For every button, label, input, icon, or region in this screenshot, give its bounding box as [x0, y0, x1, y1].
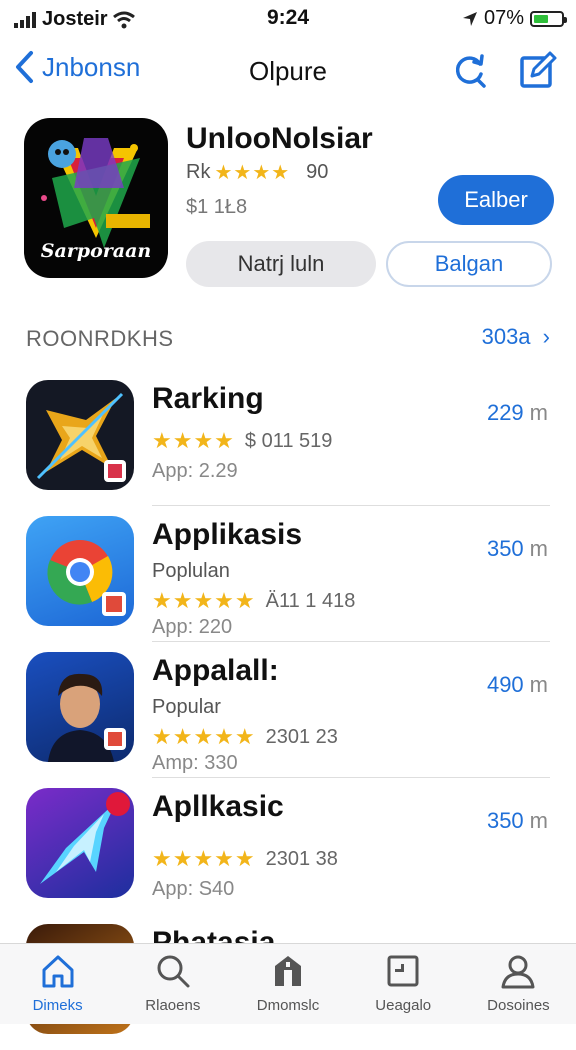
tab-label: Dosoines — [487, 997, 550, 1014]
star-rating-icon: ★★★★★ — [152, 846, 256, 871]
refresh-icon[interactable] — [450, 50, 490, 90]
rating-prefix: Rk — [186, 161, 211, 183]
tab-updates[interactable]: Ueagalo — [346, 944, 461, 1024]
featured-price: $1 1Ł8 — [186, 196, 248, 218]
featured-rating: Rk ★★★★ 90 — [186, 160, 328, 185]
star-rating-icon: ★★★★★ — [152, 724, 256, 749]
app-rating: ★★★★★ 2301 38 — [152, 846, 338, 872]
app-rating: ★★★★ $ 011 519 — [152, 428, 332, 454]
size-value: 350 — [486, 808, 524, 833]
app-name: Apllkasic — [152, 790, 284, 823]
tab-bar: Dimeks Rlaoens Dmomslc Ueagalo Dosoines — [0, 943, 576, 1024]
app-icon-browser — [26, 516, 134, 626]
featured-app-card: Sarporaan UnlooNolsiar Rk ★★★★ 90 $1 1Ł8… — [0, 112, 576, 302]
size-unit: m — [529, 536, 548, 561]
battery-percent: 07% — [483, 7, 524, 29]
tab-label: Dmomslc — [256, 997, 320, 1014]
compose-icon[interactable] — [518, 50, 558, 90]
list-item[interactable]: Applikasis Poplulan ★★★★★ Ä11 1 418 App:… — [0, 506, 576, 642]
secondary-button-gray[interactable]: Natrj luln — [186, 241, 376, 287]
app-rating: ★★★★★ Ä11 1 418 — [152, 588, 355, 614]
size-unit: m — [529, 672, 548, 697]
see-all-label: 303a — [481, 324, 531, 349]
size-unit: m — [529, 400, 548, 425]
section-header: ROONRDKHS 303a › — [0, 322, 576, 358]
tab-home[interactable]: Dimeks — [0, 944, 115, 1024]
app-subtitle: Popular — [152, 696, 221, 718]
portrait-icon — [48, 673, 126, 762]
star-rating-icon: ★★★★ — [214, 162, 291, 184]
app-category: Amp: 330 — [152, 752, 238, 774]
tab-label: Ueagalo — [375, 997, 432, 1014]
comet-icon — [40, 792, 130, 884]
star-rating-icon: ★★★★ — [152, 428, 235, 453]
updates-icon — [387, 955, 419, 987]
browser-logo-icon — [47, 540, 126, 616]
rating-meta: $ 011 519 — [244, 429, 333, 452]
location-icon — [462, 11, 477, 26]
size-value: 350 — [486, 536, 524, 561]
tab-search[interactable]: Rlaoens — [115, 944, 230, 1024]
app-name: Appalall: — [152, 654, 279, 687]
featured-app-icon[interactable]: Sarporaan — [24, 118, 168, 278]
app-size: 490 m — [487, 672, 548, 698]
list-item[interactable]: Appalall: Popular ★★★★★ 2301 23 Amp: 330… — [0, 642, 576, 778]
app-category: App: S40 — [152, 878, 235, 900]
app-icon-portrait — [26, 652, 134, 762]
home-icon — [42, 955, 74, 988]
person-icon — [501, 955, 535, 989]
app-category: App: 2.29 — [152, 460, 238, 482]
featured-app-name: UnlooNolsiar — [186, 122, 373, 155]
rating-count: 90 — [306, 161, 329, 183]
featured-icon-text: Sarporaan — [40, 240, 152, 262]
list-item[interactable]: Rarking ★★★★ $ 011 519 App: 2.29 229 m — [0, 370, 576, 506]
star-rating-icon: ★★★★★ — [152, 588, 256, 613]
size-value: 490 — [486, 672, 524, 697]
status-right: 07% — [462, 7, 567, 30]
navigation-bar: Jnbonsn Olpure — [0, 42, 576, 98]
get-button[interactable]: Ealber — [438, 175, 554, 225]
tab-label: Rlaoens — [145, 997, 201, 1014]
rating-meta: 2301 38 — [265, 847, 338, 870]
secondary-button-outline[interactable]: Balgan — [386, 241, 552, 287]
app-category: App: 220 — [152, 616, 233, 638]
app-icon-star-arrow — [26, 380, 134, 490]
tab-profile[interactable]: Dosoines — [461, 944, 576, 1024]
app-size: 229 m — [487, 400, 548, 426]
status-bar: Josteir 9:24 07% — [0, 0, 576, 36]
app-name: Applikasis — [152, 518, 303, 551]
battery-icon — [530, 10, 567, 27]
app-size: 350 m — [487, 536, 548, 562]
size-unit: m — [529, 808, 548, 833]
rating-meta: 2301 23 — [265, 725, 338, 748]
chevron-right-icon: › — [542, 324, 550, 349]
rating-meta: Ä11 1 418 — [265, 589, 356, 612]
search-icon — [157, 955, 190, 988]
list-item[interactable]: Apllkasic ★★★★★ 2301 38 App: S40 350 m — [0, 778, 576, 914]
app-rating: ★★★★★ 2301 23 — [152, 724, 338, 750]
app-size: 350 m — [487, 808, 548, 834]
star-arrow-icon — [36, 392, 126, 482]
store-icon — [275, 956, 301, 986]
tab-label: Dimeks — [32, 997, 83, 1014]
app-icon-comet — [26, 788, 134, 898]
size-value: 229 — [486, 400, 524, 425]
tab-store[interactable]: Dmomslc — [230, 944, 345, 1024]
app-subtitle: Poplulan — [152, 560, 230, 582]
see-all-link[interactable]: 303a › — [482, 324, 550, 350]
section-title: ROONRDKHS — [26, 326, 174, 351]
app-name: Rarking — [152, 382, 264, 415]
